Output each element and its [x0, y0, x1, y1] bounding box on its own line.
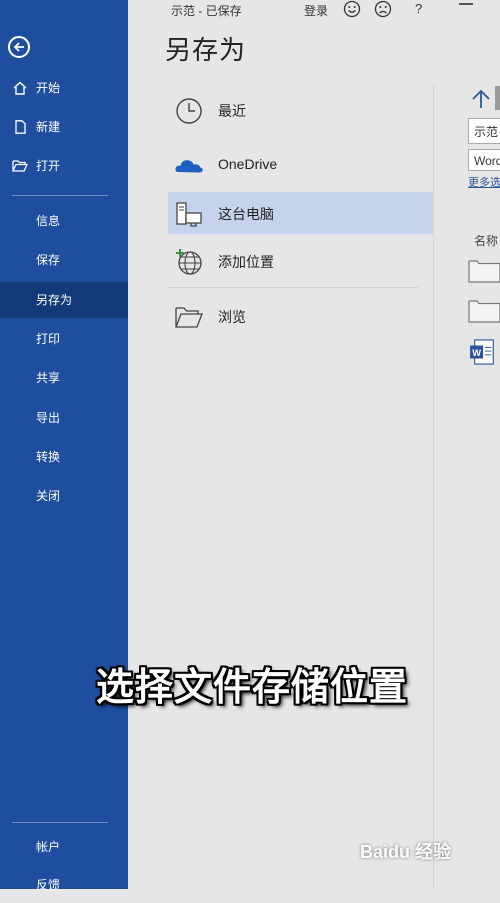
nav-feedback-label: 反馈	[36, 878, 61, 892]
nav-new-label: 新建	[36, 120, 61, 134]
onedrive-cloud-icon	[175, 160, 203, 173]
nav-close[interactable]: 关闭	[0, 478, 128, 514]
location-this-pc[interactable]: 这台电脑	[168, 192, 433, 234]
nav-info[interactable]: 信息	[0, 203, 128, 239]
nav-account-label: 帐户	[36, 840, 61, 854]
nav-convert-label: 转换	[36, 450, 61, 464]
nav-print[interactable]: 打印	[0, 321, 128, 357]
folder-icon[interactable]	[468, 258, 500, 284]
nav-convert[interactable]: 转换	[0, 439, 128, 475]
home-icon	[13, 81, 27, 95]
nav-share-label: 共享	[36, 371, 61, 385]
up-arrow-icon[interactable]	[470, 88, 492, 110]
back-button[interactable]	[8, 36, 30, 58]
location-onedrive-label: OneDrive	[218, 156, 278, 172]
nav-export-label: 导出	[36, 411, 61, 425]
nav-new[interactable]: 新建	[0, 109, 128, 145]
minimize-icon[interactable]	[459, 3, 473, 5]
video-caption: 选择文件存储位置	[96, 667, 409, 709]
svg-text:W: W	[472, 348, 481, 358]
nav-account[interactable]: 帐户	[0, 829, 128, 865]
open-folder-icon	[12, 160, 28, 172]
location-recent-label: 最近	[218, 103, 246, 119]
nav-open[interactable]: 打开	[0, 148, 128, 184]
nav-info-label: 信息	[36, 214, 61, 228]
nav-open-label: 打开	[36, 159, 61, 173]
pane-divider	[433, 85, 434, 889]
folder-icon[interactable]	[468, 298, 500, 324]
sign-in-link[interactable]: 登录	[304, 2, 328, 19]
clock-icon	[176, 98, 202, 124]
location-recent[interactable]: 最近	[168, 89, 433, 131]
help-button[interactable]: ?	[415, 1, 422, 16]
backstage-sidebar: 开始 新建 打开 信息 保存 另存为 打印 共享 导出 转换 关闭 帐户 反馈	[0, 0, 128, 892]
nav-save-label: 保存	[36, 253, 61, 267]
location-browse-label: 浏览	[218, 309, 246, 325]
page-title: 另存为	[165, 35, 247, 65]
nav-print-label: 打印	[36, 332, 61, 346]
filename-input[interactable]: 示范	[468, 118, 500, 144]
baidu-watermark: Baidu 经验	[360, 842, 452, 862]
location-add-place-label: 添加位置	[218, 254, 274, 270]
back-arrow-icon	[13, 42, 24, 52]
add-location-globe-icon	[176, 249, 202, 275]
location-divider	[168, 287, 418, 288]
location-onedrive[interactable]: OneDrive	[168, 144, 433, 186]
location-browse[interactable]: 浏览	[168, 295, 433, 337]
nav-close-label: 关闭	[36, 489, 61, 503]
path-bar-edge	[495, 86, 500, 110]
sidebar-divider	[12, 195, 108, 196]
nav-save-as-label: 另存为	[36, 293, 73, 307]
nav-save[interactable]: 保存	[0, 242, 128, 278]
nav-export[interactable]: 导出	[0, 400, 128, 436]
title-bar: 示范 - 已保存 登录 ?	[128, 0, 500, 20]
column-header-name[interactable]: 名称	[474, 232, 498, 249]
nav-save-as[interactable]: 另存为	[0, 282, 128, 318]
nav-home-label: 开始	[36, 81, 61, 95]
this-pc-icon	[176, 202, 202, 227]
new-document-icon	[15, 120, 26, 134]
frown-feedback-icon[interactable]	[374, 0, 392, 18]
nav-share[interactable]: 共享	[0, 360, 128, 396]
nav-home[interactable]: 开始	[0, 70, 128, 106]
nav-feedback[interactable]: 反馈	[0, 867, 128, 903]
smile-feedback-icon[interactable]	[343, 0, 361, 18]
more-options-link[interactable]: 更多选	[468, 174, 500, 190]
document-title: 示范 - 已保存	[171, 4, 242, 18]
location-this-pc-label: 这台电脑	[218, 206, 274, 222]
browse-folder-icon	[175, 307, 203, 328]
sidebar-bottom-divider	[12, 822, 108, 823]
filetype-select[interactable]: Word	[468, 149, 500, 171]
location-add-place[interactable]: 添加位置	[168, 240, 433, 282]
word-document-icon[interactable]: W	[468, 339, 500, 365]
